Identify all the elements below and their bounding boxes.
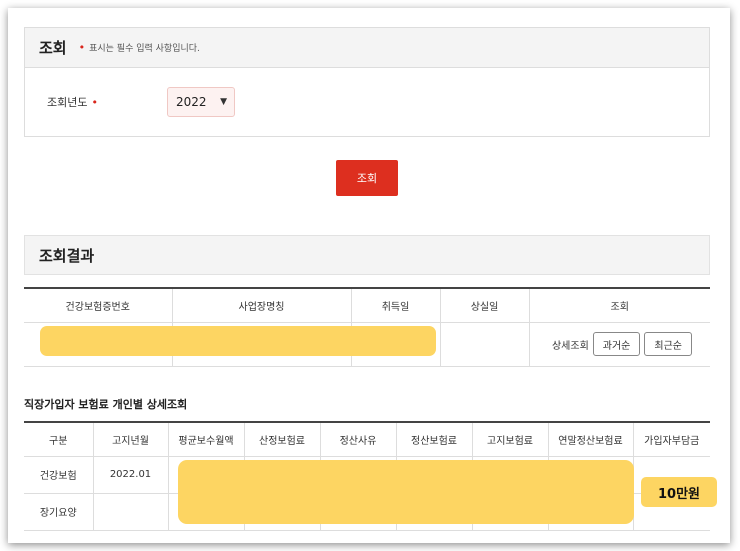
detail-lookup-label: 상세조회 bbox=[551, 340, 589, 352]
col-lookup: 조회 bbox=[528, 288, 710, 323]
col-workplace-name: 사업장명칭 bbox=[171, 288, 351, 323]
col-settlement-reason: 정산사유 bbox=[319, 422, 396, 457]
search-panel-title: 조회 bbox=[39, 39, 67, 57]
results-header: 조회결과 bbox=[24, 235, 710, 275]
cell-lookup: 상세조회 과거순 최근순 bbox=[528, 322, 710, 367]
col-type: 구분 bbox=[24, 422, 93, 457]
search-panel-header: 조회 • 표시는 필수 입력 사항입니다. bbox=[25, 28, 709, 68]
cell-month bbox=[92, 493, 168, 531]
redaction-mask-results bbox=[40, 326, 436, 356]
col-notice-month: 고지년월 bbox=[92, 422, 168, 457]
sort-past-button[interactable]: 과거순 bbox=[592, 332, 641, 356]
cell-month: 2022.01 bbox=[92, 456, 168, 494]
page-frame: 조회 • 표시는 필수 입력 사항입니다. 조회년도 • 2022 ▼ 조회 조회… bbox=[8, 8, 730, 543]
detail-section-title: 직장가입자 보험료 개인별 상세조회 bbox=[24, 398, 188, 411]
col-acquired-date: 취득일 bbox=[350, 288, 440, 323]
member-burden-amount-badge: 10만원 bbox=[641, 477, 717, 507]
results-title: 조회결과 bbox=[39, 246, 95, 265]
search-button[interactable]: 조회 bbox=[336, 160, 398, 196]
cell-lost-date bbox=[439, 322, 529, 367]
sort-recent-button[interactable]: 최근순 bbox=[644, 332, 692, 356]
col-member-burden: 가입자부담금 bbox=[632, 422, 710, 457]
required-marker: • bbox=[78, 41, 86, 54]
chevron-down-icon: ▼ bbox=[220, 97, 227, 107]
year-select[interactable]: 2022 ▼ bbox=[167, 87, 235, 117]
col-insurance-number: 건강보험증번호 bbox=[24, 288, 172, 323]
col-lost-date: 상실일 bbox=[439, 288, 529, 323]
results-header-row: 건강보험증번호 사업장명칭 취득일 상실일 조회 bbox=[24, 288, 710, 323]
year-select-value: 2022 bbox=[176, 95, 207, 109]
year-form-row: 조회년도 • 2022 ▼ bbox=[25, 68, 709, 136]
col-notice-premium: 고지보험료 bbox=[471, 422, 548, 457]
required-note: 표시는 필수 입력 사항입니다. bbox=[89, 44, 200, 54]
cell-type: 장기요양 bbox=[24, 493, 93, 531]
redaction-mask-detail bbox=[178, 460, 634, 524]
col-calculated-premium: 산정보험료 bbox=[243, 422, 320, 457]
col-year-end-premium: 연말정산보험료 bbox=[547, 422, 633, 457]
col-settlement-premium: 정산보험료 bbox=[395, 422, 472, 457]
detail-header-row: 구분 고지년월 평균보수월액 산정보험료 정산사유 정산보험료 고지보험료 연말… bbox=[24, 422, 710, 457]
search-panel: 조회 • 표시는 필수 입력 사항입니다. 조회년도 • 2022 ▼ bbox=[24, 27, 710, 137]
year-label: 조회년도 • bbox=[47, 96, 98, 109]
col-avg-monthly-pay: 평균보수월액 bbox=[167, 422, 244, 457]
cell-type: 건강보험 bbox=[24, 456, 93, 494]
